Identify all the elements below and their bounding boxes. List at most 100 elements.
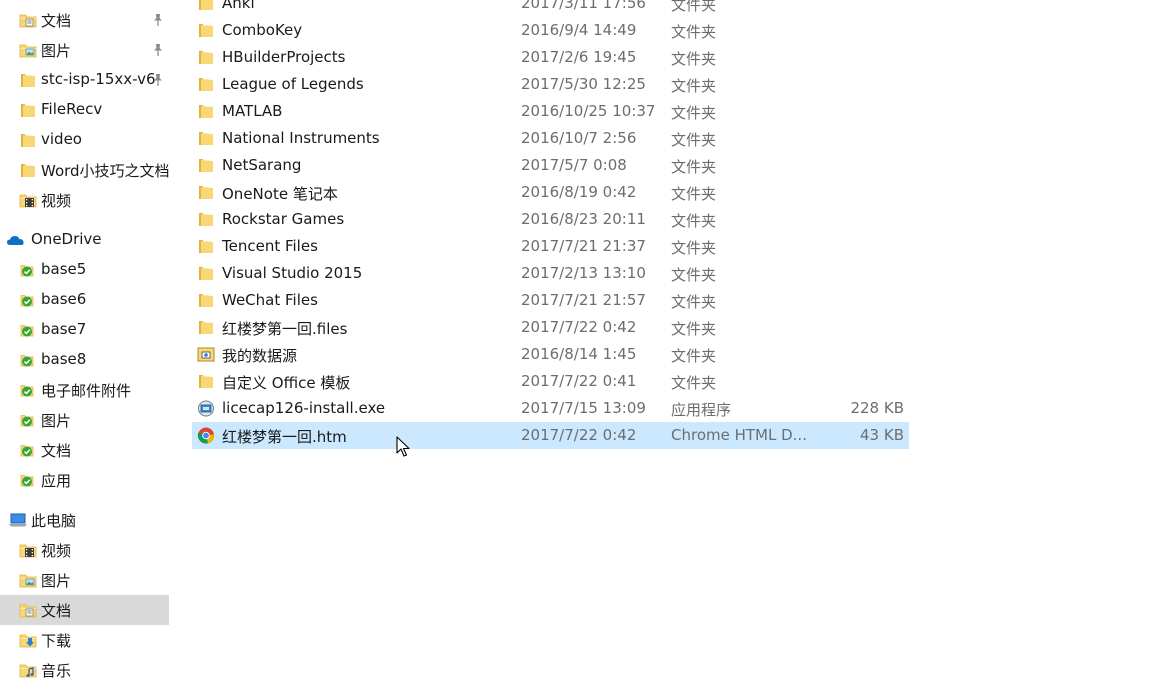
folder-icon [197, 76, 215, 93]
this-pc-item[interactable]: 文档 [0, 595, 169, 625]
pictures-folder-icon [19, 42, 37, 58]
file-row[interactable]: ComboKey 2016/9/4 14:49 文件夹 [192, 17, 909, 44]
file-row[interactable]: 自定义 Office 模板 2017/7/22 0:41 文件夹 [192, 368, 909, 395]
file-type: 文件夹 [671, 374, 717, 392]
videos-folder-icon [19, 542, 37, 558]
this-pc-item[interactable]: 图片 [0, 565, 169, 595]
sync-check-icon [19, 382, 35, 398]
onedrive-item[interactable]: 应用 [0, 465, 169, 495]
file-row[interactable]: National Instruments 2016/10/7 2:56 文件夹 [192, 125, 909, 152]
sidebar-item-label: 此电脑 [31, 512, 77, 530]
onedrive-item[interactable]: 文档 [0, 435, 169, 465]
onedrive-item[interactable]: base5 [0, 255, 169, 285]
file-name: 红楼梦第一回.htm [222, 428, 347, 446]
file-name: HBuilderProjects [222, 48, 346, 66]
quick-access-item[interactable]: video [0, 125, 169, 155]
pin-icon[interactable] [151, 42, 165, 58]
file-type: 文件夹 [671, 23, 717, 41]
this-pc-item[interactable]: 下载 [0, 625, 169, 655]
file-row[interactable]: 红楼梦第一回.files 2017/7/22 0:42 文件夹 [192, 314, 909, 341]
pictures-folder-icon [19, 572, 37, 588]
onedrive-item[interactable]: 电子邮件附件 [0, 375, 169, 405]
sidebar-item-label: 应用 [41, 472, 72, 490]
onedrive-item[interactable]: base8 [0, 345, 169, 375]
file-name: League of Legends [222, 75, 364, 93]
this-pc-item[interactable]: 视频 [0, 535, 169, 565]
file-size: 43 KB [860, 426, 904, 444]
folder-icon [197, 130, 215, 147]
file-row[interactable]: Visual Studio 2015 2017/2/13 13:10 文件夹 [192, 260, 909, 287]
file-date-modified: 2017/7/21 21:57 [521, 291, 646, 309]
file-row[interactable]: Tencent Files 2017/7/21 21:37 文件夹 [192, 233, 909, 260]
file-row[interactable]: licecap126-install.exe 2017/7/15 13:09 应用程… [192, 395, 909, 422]
sidebar-item-onedrive[interactable]: OneDrive [0, 225, 169, 255]
this-pc-item[interactable]: 音乐 [0, 655, 169, 684]
quick-access-item[interactable]: 视频 [0, 185, 169, 215]
sidebar-item-label: base6 [41, 290, 87, 308]
file-name: Visual Studio 2015 [222, 264, 363, 282]
sync-check-icon [19, 262, 35, 278]
file-date-modified: 2017/7/22 0:41 [521, 372, 637, 390]
file-row[interactable]: NetSarang 2017/5/7 0:08 文件夹 [192, 152, 909, 179]
pin-icon[interactable] [151, 12, 165, 28]
file-date-modified: 2016/10/7 2:56 [521, 129, 637, 147]
onedrive-cloud-icon [6, 232, 24, 248]
file-date-modified: 2017/7/22 0:42 [521, 318, 637, 336]
file-type: 文件夹 [671, 239, 717, 257]
file-type: 文件夹 [671, 158, 717, 176]
onedrive-item[interactable]: 图片 [0, 405, 169, 435]
sidebar-item-label: video [41, 130, 82, 148]
onedrive-item[interactable]: base6 [0, 285, 169, 315]
file-row[interactable]: MATLAB 2016/10/25 10:37 文件夹 [192, 98, 909, 125]
file-type: 文件夹 [671, 347, 717, 365]
sync-check-icon [19, 322, 35, 338]
file-date-modified: 2017/7/15 13:09 [521, 399, 646, 417]
quick-access-item[interactable]: 文档 [0, 5, 169, 35]
file-name: 我的数据源 [222, 347, 298, 365]
onedrive-item[interactable]: base7 [0, 315, 169, 345]
file-row[interactable]: 红楼梦第一回.htm 2017/7/22 0:42 Chrome HTML D...… [192, 422, 909, 449]
file-type: 文件夹 [671, 0, 717, 14]
folder-icon [197, 211, 215, 228]
file-date-modified: 2017/3/11 17:56 [521, 0, 646, 12]
quick-access-item[interactable]: stc-isp-15xx-v6 [0, 65, 169, 95]
file-type: 文件夹 [671, 77, 717, 95]
pin-icon[interactable] [151, 72, 165, 88]
file-row[interactable]: 我的数据源 2016/8/14 1:45 文件夹 [192, 341, 909, 368]
sidebar-item-label: 文档 [41, 442, 72, 460]
file-row[interactable]: HBuilderProjects 2017/2/6 19:45 文件夹 [192, 44, 909, 71]
folder-icon [197, 373, 215, 390]
file-row[interactable]: OneNote 笔记本 2016/8/19 0:42 文件夹 [192, 179, 909, 206]
sidebar-item-label: 电子邮件附件 [41, 382, 132, 400]
file-row[interactable]: Anki 2017/3/11 17:56 文件夹 [192, 0, 909, 17]
file-date-modified: 2016/8/14 1:45 [521, 345, 637, 363]
sync-check-icon [19, 472, 35, 488]
file-row[interactable]: WeChat Files 2017/7/21 21:57 文件夹 [192, 287, 909, 314]
folder-icon [19, 132, 35, 148]
music-folder-icon [19, 662, 37, 678]
folder-icon [197, 238, 215, 255]
file-type: 文件夹 [671, 320, 717, 338]
downloads-folder-icon [19, 632, 37, 648]
file-type: 文件夹 [671, 131, 717, 149]
sidebar-item-label: 图片 [41, 42, 72, 60]
file-name: OneNote 笔记本 [222, 185, 338, 203]
file-list: Anki 2017/3/11 17:56 文件夹 ComboKey 2016/9/4 1… [192, 0, 909, 684]
sidebar-item-label: FileRecv [41, 100, 103, 118]
quick-access-item[interactable]: 图片 [0, 35, 169, 65]
file-row[interactable]: League of Legends 2017/5/30 12:25 文件夹 [192, 71, 909, 98]
sidebar-item-this-pc[interactable]: 此电脑 [0, 505, 169, 535]
sidebar-item-label: 视频 [41, 192, 72, 210]
quick-access-item[interactable]: Word小技巧之文档 [0, 155, 169, 185]
sidebar-item-label: base5 [41, 260, 87, 278]
file-name: Rockstar Games [222, 210, 345, 228]
quick-access-item[interactable]: FileRecv [0, 95, 169, 125]
file-name: Anki [222, 0, 255, 12]
computer-icon [8, 512, 27, 528]
file-date-modified: 2017/7/22 0:42 [521, 426, 637, 444]
file-name: National Instruments [222, 129, 380, 147]
file-name: Tencent Files [222, 237, 318, 255]
file-row[interactable]: Rockstar Games 2016/8/23 20:11 文件夹 [192, 206, 909, 233]
file-date-modified: 2016/9/4 14:49 [521, 21, 637, 39]
sidebar-item-label: base7 [41, 320, 87, 338]
